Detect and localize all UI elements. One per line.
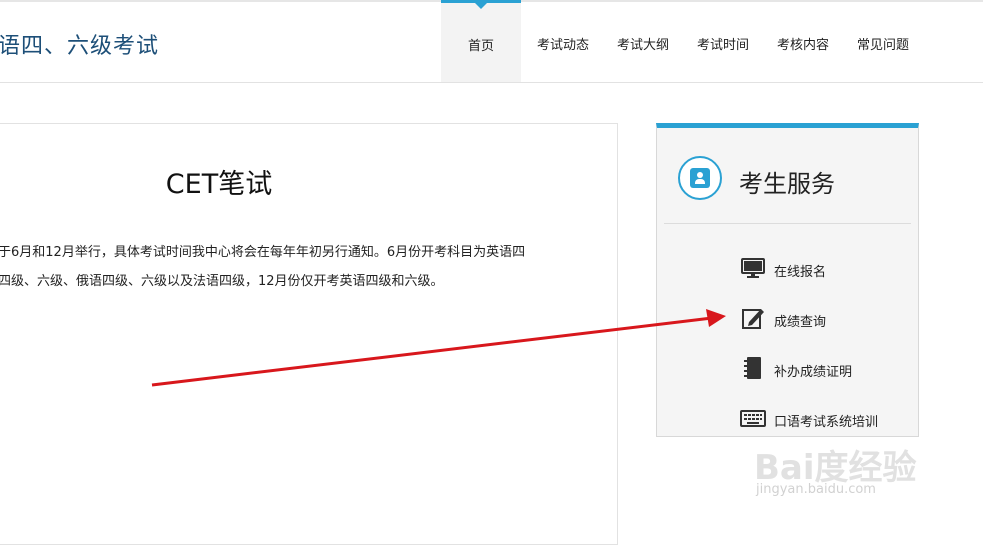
nav-item-schedule[interactable]: 考试时间 xyxy=(691,0,755,82)
service-item-label: 补办成绩证明 xyxy=(774,365,853,380)
nav-item-label: 考试动态 xyxy=(536,38,589,53)
nav-item-label: 首页 xyxy=(467,39,494,54)
article-title: CET笔试 xyxy=(165,169,273,200)
nav-item-syllabus[interactable]: 考试大纲 xyxy=(611,0,675,82)
nav-item-faq[interactable]: 常见问题 xyxy=(851,0,915,82)
service-item-label: 成绩查询 xyxy=(774,315,827,330)
article-panel: CET笔试 别于6月和12月举行，具体考试时间我中心将会在每年年初另行通知。6月… xyxy=(0,123,618,545)
divider xyxy=(664,223,911,224)
site-header: 语四、六级考试 首页 考试动态 考试大纲 考试时间 考核内容 常见问题 xyxy=(0,0,983,83)
service-title: 考生服务 xyxy=(739,170,835,198)
monitor-icon xyxy=(741,258,765,278)
nav-item-news[interactable]: 考试动态 xyxy=(531,0,595,82)
nav-item-label: 考试大纲 xyxy=(616,38,669,53)
nav-item-label: 考试时间 xyxy=(696,38,749,53)
watermark-url: jingyan.baidu.com xyxy=(756,482,876,497)
nav-item-label: 常见问题 xyxy=(856,38,909,53)
nav-item-label: 考核内容 xyxy=(776,38,829,53)
baidu-jingyan-watermark: Bai度经验 jingyan.baidu.com xyxy=(754,418,934,518)
nav-item-home[interactable]: 首页 xyxy=(441,0,521,82)
edit-icon xyxy=(742,309,764,329)
article-paragraph-line: 语四级、六级、俄语四级、六级以及法语四级，12月份仅开考英语四级和六级。 xyxy=(0,274,444,289)
contact-book-icon xyxy=(678,156,722,200)
site-title: 语四、六级考试 xyxy=(0,34,160,59)
notebook-icon xyxy=(744,357,761,379)
article-paragraph-line: 别于6月和12月举行，具体考试时间我中心将会在每年年初另行通知。6月份开考科目为… xyxy=(0,245,526,260)
candidate-service-box: 考生服务 在线报名 成绩查询 补办成绩证明 口语考试系统培训 xyxy=(656,123,919,437)
nav-item-content[interactable]: 考核内容 xyxy=(771,0,835,82)
active-caret-icon xyxy=(475,3,487,9)
service-item-label: 在线报名 xyxy=(774,265,827,280)
